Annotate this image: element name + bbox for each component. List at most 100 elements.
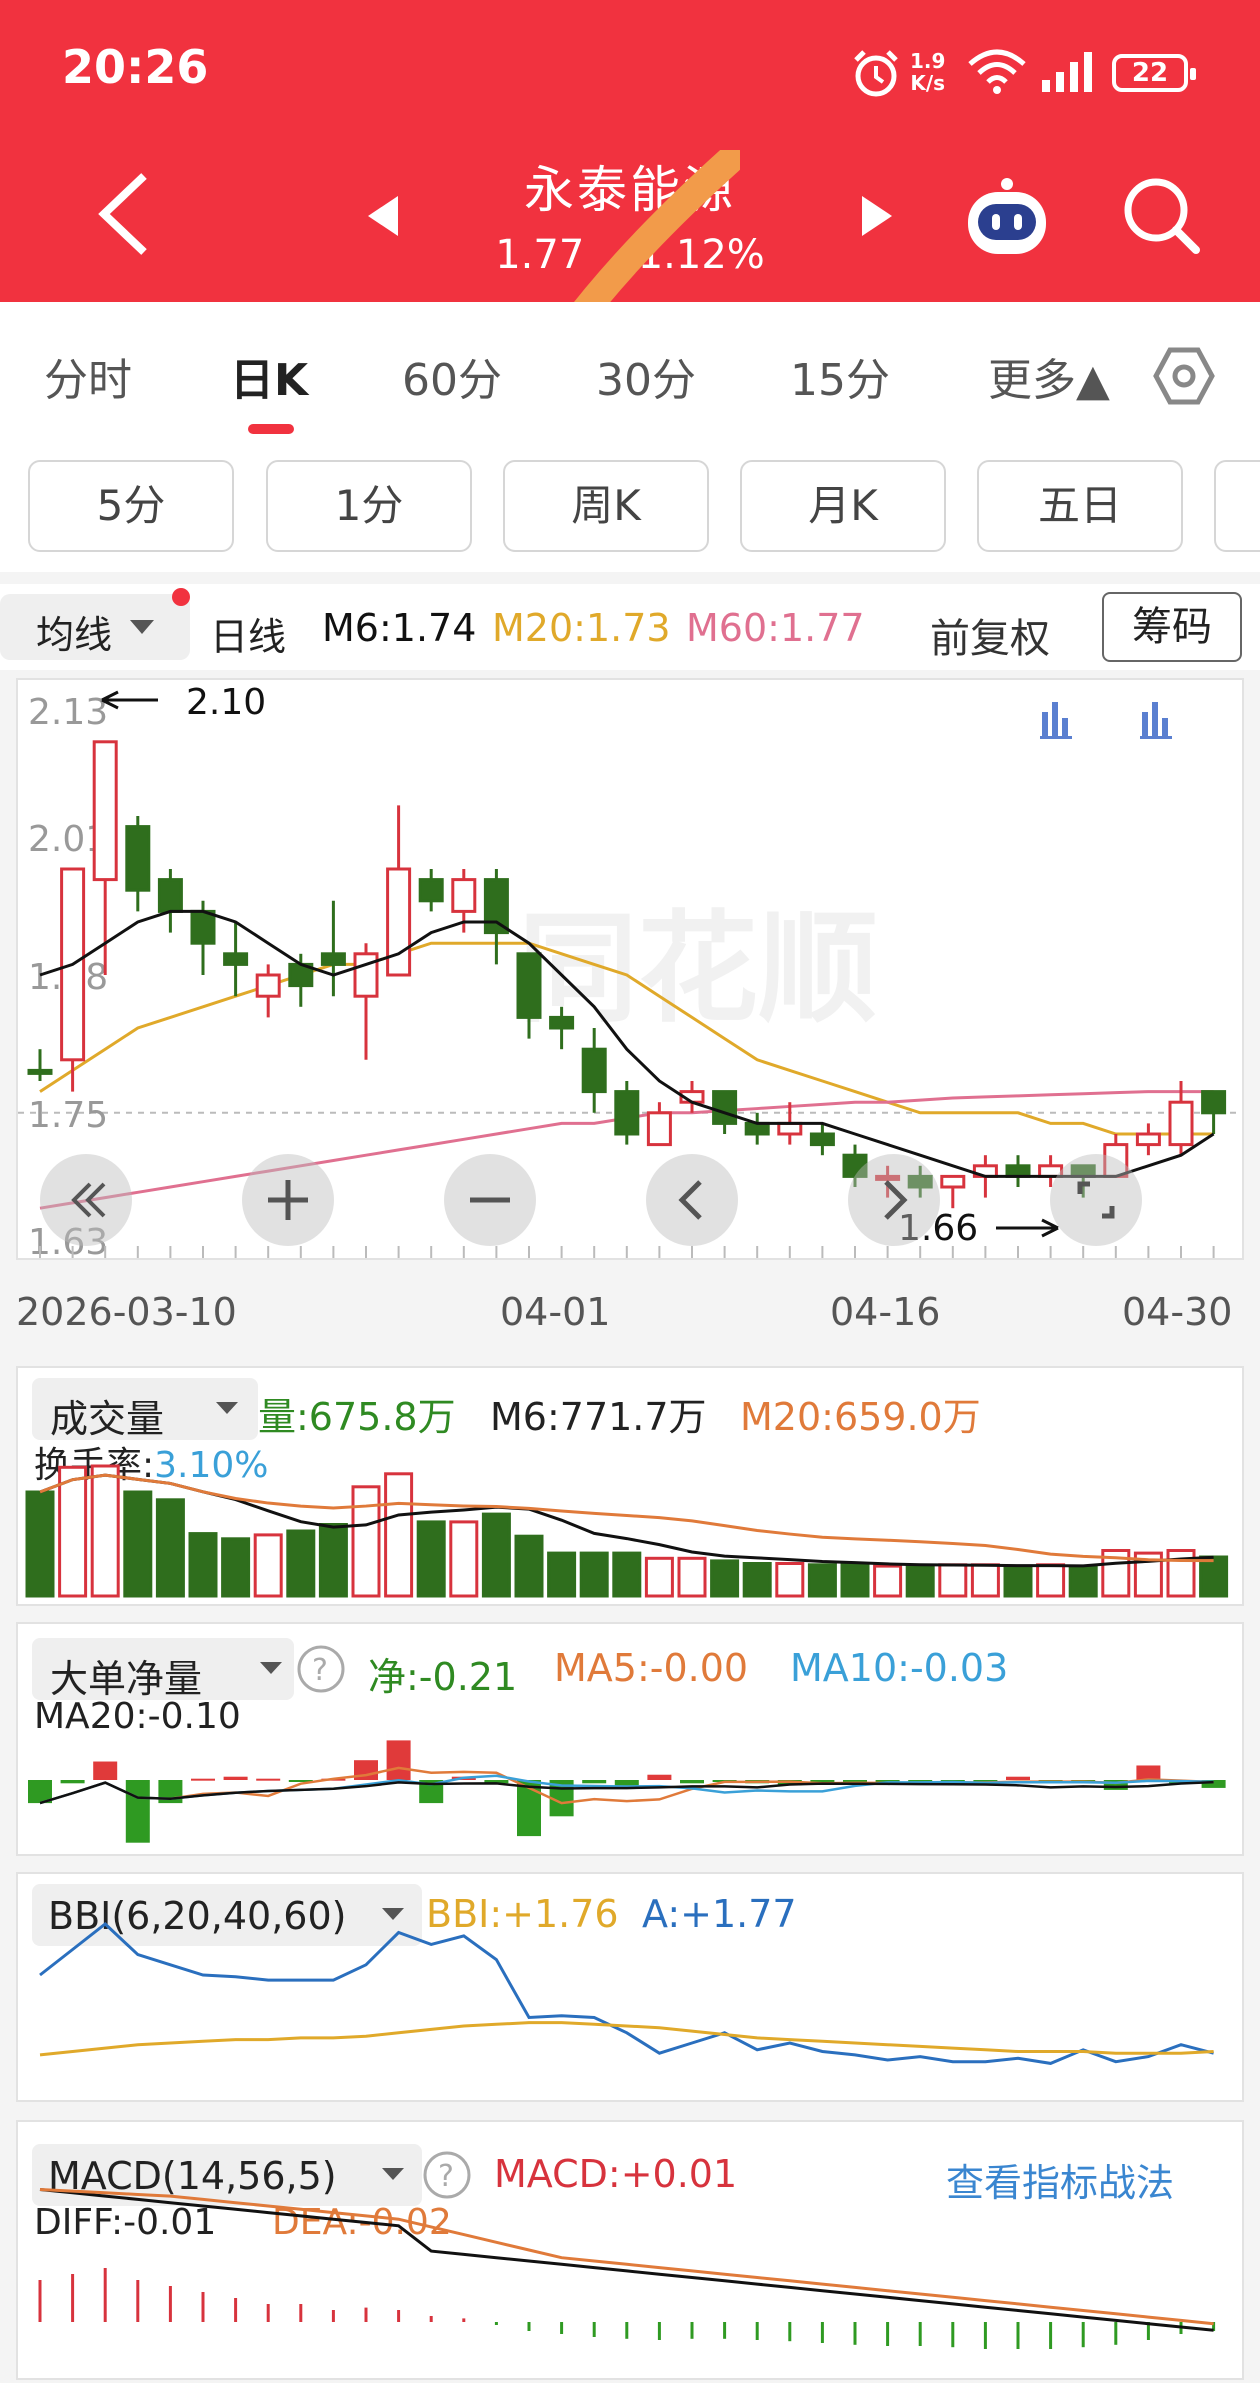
volume-bar xyxy=(905,1564,935,1598)
sub-period-tabs: 5分 1分 周K 月K 五日 xyxy=(0,440,1260,572)
tab-30min[interactable]: 30分 xyxy=(596,344,696,408)
bbi-chart xyxy=(39,1922,1214,2065)
zoom-in-button[interactable] xyxy=(242,1154,334,1246)
volume-bar xyxy=(25,1490,55,1598)
fullscreen-button[interactable] xyxy=(1050,1154,1142,1246)
period-label: 日线 xyxy=(210,615,287,659)
date-label-start: 2026-03-10 xyxy=(16,1290,237,1334)
tab-intraday[interactable]: 分时 xyxy=(44,344,132,408)
back-arrow-icon[interactable] xyxy=(96,172,152,256)
candle-body xyxy=(712,1090,738,1125)
big-order-bar xyxy=(191,1778,215,1781)
volume-bar xyxy=(221,1537,251,1598)
subtab-weekly[interactable]: 周K xyxy=(503,460,709,552)
volume-bar xyxy=(58,1465,88,1598)
candle xyxy=(581,1028,607,1113)
candle xyxy=(1005,1155,1031,1187)
adjust-mode[interactable]: 前复权 xyxy=(930,606,1050,664)
tab-daily-k[interactable]: 日K xyxy=(230,344,308,408)
step-right-button[interactable] xyxy=(848,1154,940,1246)
kline-chart: 同花顺 2.132.011.881.751.63 2.10 1.66 xyxy=(18,682,1242,1263)
candle-body xyxy=(27,1068,53,1075)
volume-bar xyxy=(286,1529,316,1598)
candle-body xyxy=(1168,1100,1194,1147)
big-order-bar xyxy=(680,1780,704,1784)
subtab-5min[interactable]: 5分 xyxy=(28,460,234,552)
candle-body xyxy=(157,878,183,913)
bar-chart-icon-alt[interactable] xyxy=(1140,702,1172,739)
candle xyxy=(320,900,346,997)
big-order-bar xyxy=(125,1780,150,1843)
bbi-line xyxy=(39,2021,1214,2057)
big-order-bar xyxy=(223,1776,248,1780)
candle-body xyxy=(1005,1164,1031,1178)
y-tick-label: 1.75 xyxy=(28,1095,108,1136)
volume-bar xyxy=(449,1520,479,1598)
signal-icon xyxy=(1042,52,1092,92)
network-speed: 1.9 K/s xyxy=(910,50,945,94)
subtab-1min[interactable]: 1分 xyxy=(266,460,472,552)
volume-bar xyxy=(710,1559,740,1598)
candle xyxy=(744,1112,770,1145)
bar-chart-icon[interactable] xyxy=(1040,702,1072,739)
candle-body xyxy=(940,1174,966,1189)
volume-bar xyxy=(155,1498,185,1598)
volume-bar xyxy=(384,1472,414,1598)
volume-bar xyxy=(188,1532,218,1598)
status-time: 20:26 xyxy=(62,40,209,94)
candle xyxy=(646,1102,672,1147)
scroll-left-button[interactable] xyxy=(40,1154,132,1246)
candle xyxy=(940,1174,966,1209)
network-speed-value: 1.9 xyxy=(910,49,946,73)
subtab-monthly[interactable]: 月K xyxy=(740,460,946,552)
candle-body xyxy=(223,952,249,966)
step-left-button[interactable] xyxy=(646,1154,738,1246)
candle-body xyxy=(646,1111,672,1147)
chips-button[interactable]: 筹码 xyxy=(1102,592,1242,662)
candle xyxy=(1135,1123,1161,1156)
search-icon[interactable] xyxy=(1122,176,1202,256)
previous-stock-icon[interactable] xyxy=(368,196,400,236)
candle xyxy=(809,1123,835,1156)
tab-60min[interactable]: 60分 xyxy=(402,344,502,408)
tab-more[interactable]: 更多▲ xyxy=(988,344,1110,408)
volume-bar xyxy=(677,1556,707,1598)
subtab-overflow[interactable] xyxy=(1214,460,1260,552)
big-order-bar xyxy=(386,1740,411,1780)
candle-body xyxy=(255,973,281,998)
zoom-out-button[interactable] xyxy=(444,1154,536,1246)
candle xyxy=(223,922,249,997)
ma-selector[interactable]: 均线 xyxy=(0,594,190,660)
candle xyxy=(27,1049,53,1081)
candle xyxy=(157,869,183,933)
volume-bar xyxy=(351,1485,381,1598)
settings-hexagon-icon[interactable] xyxy=(1152,344,1216,408)
ma-selector-label: 均线 xyxy=(36,613,113,657)
candle-body xyxy=(92,740,118,882)
candle-body xyxy=(190,909,216,945)
volume-bar xyxy=(318,1523,348,1598)
header-bar: 20:26 1.9 K/s 22 永泰能源 1.77 1.12% xyxy=(0,0,1260,344)
macd-panel: MACD(14,56,5) ? MACD:+0.01 查看指标战法 DIFF:-… xyxy=(16,2120,1244,2380)
dropdown-arrow-icon xyxy=(130,620,154,634)
subtab-five-day[interactable]: 五日 xyxy=(977,460,1183,552)
volume-bar xyxy=(970,1563,1000,1598)
robot-assistant-icon[interactable] xyxy=(962,176,1052,260)
tab-15min[interactable]: 15分 xyxy=(790,344,890,408)
volume-chart xyxy=(25,1464,1229,1598)
big-order-bar xyxy=(60,1780,85,1784)
candle-body xyxy=(483,878,509,935)
volume-bar xyxy=(90,1464,120,1598)
big-order-panel: 大单净量 ? 净:-0.21 MA5:-0.00 MA10:-0.03 MA20… xyxy=(16,1622,1244,1856)
candle xyxy=(418,869,444,912)
candle-body xyxy=(516,952,542,1019)
min-price-arrow xyxy=(996,1218,1059,1238)
notification-dot xyxy=(172,588,190,606)
big-order-bar xyxy=(582,1780,607,1784)
volume-bar xyxy=(514,1534,544,1598)
volume-bar xyxy=(123,1490,153,1598)
next-stock-icon[interactable] xyxy=(860,196,892,236)
candle-body xyxy=(1135,1132,1161,1147)
candle-body xyxy=(614,1090,640,1136)
big-order-bar xyxy=(1136,1765,1161,1780)
